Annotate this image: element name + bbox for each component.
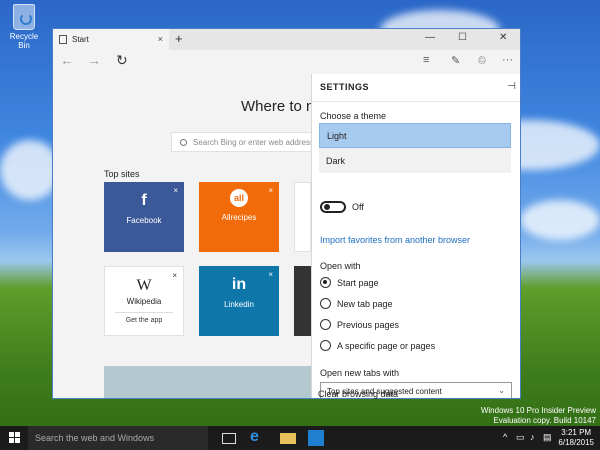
nav-bar: ← → ↻ ≡ ✎ ♲ ···: [53, 50, 520, 72]
tile-allrecipes[interactable]: × all Allrecipes: [199, 182, 279, 252]
top-sites-label: Top sites: [104, 169, 140, 179]
favorites-bar-toggle[interactable]: [320, 201, 346, 213]
clock-date: 6/18/2015: [558, 438, 594, 447]
settings-title: SETTINGS: [320, 82, 370, 92]
tile-close-icon[interactable]: ×: [268, 270, 273, 279]
toggle-knob: [324, 204, 330, 210]
radio-specific-page[interactable]: A specific page or pages: [320, 340, 435, 351]
search-icon: [180, 138, 187, 146]
radio-previous-pages[interactable]: Previous pages: [320, 319, 399, 330]
back-button[interactable]: ←: [60, 52, 74, 68]
tile-label: Allrecipes: [221, 213, 257, 222]
news-banner[interactable]: [104, 366, 314, 398]
watermark-line: Windows 10 Pro Insider Preview: [480, 406, 596, 415]
taskbar: Search the web and Windows e ^ ▭ ♪ ▤ 3:2…: [0, 426, 600, 450]
radio-label: New tab page: [337, 298, 393, 309]
radio-icon: [320, 319, 331, 330]
tab-start[interactable]: Start ×: [53, 29, 169, 50]
tile-partial[interactable]: [294, 266, 311, 336]
tile-close-icon[interactable]: ×: [173, 186, 178, 195]
hub-icon[interactable]: ≡: [423, 54, 429, 66]
chevron-down-icon: ⌄: [498, 386, 505, 395]
facebook-logo-icon: f: [141, 192, 147, 209]
volume-icon[interactable]: ♪: [530, 432, 535, 442]
battery-icon[interactable]: ▭: [516, 432, 525, 443]
tab-title: Start: [72, 35, 89, 44]
allrecipes-logo-icon: all: [230, 189, 248, 207]
tile-label: Linkedin: [224, 300, 254, 309]
clock-time: 3:21 PM: [561, 428, 592, 437]
tile-label: Wikipedia: [126, 297, 162, 306]
tab-bar: Start × + — ☐ ✕: [53, 29, 520, 50]
minimize-button[interactable]: —: [425, 32, 435, 43]
radio-icon: [320, 340, 331, 351]
open-with-label: Open with: [320, 261, 361, 271]
web-note-icon[interactable]: ✎: [451, 54, 460, 67]
tile-facebook[interactable]: × f Facebook: [104, 182, 184, 252]
get-app-link[interactable]: Get the app: [105, 317, 183, 324]
build-watermark: Windows 10 Pro Insider Preview Evaluatio…: [481, 406, 596, 426]
page-icon: [59, 35, 67, 44]
cloud: [0, 140, 60, 200]
radio-label: Previous pages: [337, 319, 400, 330]
maximize-button[interactable]: ☐: [458, 32, 467, 43]
tile-close-icon[interactable]: ×: [268, 186, 273, 195]
import-favorites-link[interactable]: Import favorites from another browser: [320, 235, 470, 245]
toggle-state-label: Off: [352, 202, 364, 212]
new-tab-button[interactable]: +: [175, 31, 183, 46]
radio-checked-icon: [320, 277, 331, 288]
radio-label: Start page: [337, 277, 379, 288]
cloud: [520, 200, 600, 240]
linkedin-logo-icon: in: [231, 276, 247, 293]
refresh-button[interactable]: ↻: [116, 52, 128, 69]
recycle-bin[interactable]: Recycle Bin: [4, 4, 44, 50]
theme-label: Choose a theme: [320, 111, 387, 121]
wikipedia-logo-icon: W: [136, 277, 152, 294]
tile-partial[interactable]: [294, 182, 311, 252]
tile-linkedin[interactable]: × in Linkedin: [199, 266, 279, 336]
task-view-icon[interactable]: [222, 433, 236, 444]
tile-wikipedia[interactable]: × W Wikipedia Get the app: [104, 266, 184, 336]
chevron-up-icon[interactable]: ^: [503, 432, 507, 442]
radio-label: A specific page or pages: [337, 340, 436, 351]
recycle-bin-label: Recycle Bin: [9, 32, 39, 50]
store-icon[interactable]: [308, 430, 324, 446]
tile-close-icon[interactable]: ×: [172, 271, 177, 280]
theme-option-dark[interactable]: Dark: [319, 148, 511, 173]
tile-divider: [115, 312, 173, 313]
forward-button[interactable]: →: [87, 52, 101, 68]
radio-icon: [320, 298, 331, 309]
radio-start-page[interactable]: Start page: [320, 277, 379, 288]
search-placeholder: Search Bing or enter web address: [193, 137, 314, 147]
network-icon[interactable]: ▤: [543, 432, 552, 443]
tab-close-icon[interactable]: ×: [158, 34, 163, 44]
pin-icon[interactable]: ⊣: [507, 81, 516, 92]
recycle-bin-icon: [13, 4, 35, 30]
settings-pane: SETTINGS ⊣ Choose a theme Light Dark Off…: [311, 74, 520, 398]
more-button[interactable]: ···: [502, 54, 513, 66]
edge-window: Start × + — ☐ ✕ ← → ↻ ≡ ✎ ♲ ··· Where to…: [52, 28, 521, 399]
edge-icon[interactable]: e: [250, 428, 266, 445]
new-tabs-label: Open new tabs with: [320, 368, 400, 378]
windows-start-icon[interactable]: [9, 432, 21, 444]
file-explorer-icon[interactable]: [280, 433, 296, 444]
taskbar-search-input[interactable]: Search the web and Windows: [28, 426, 208, 450]
clock[interactable]: 3:21 PM 6/18/2015: [558, 428, 594, 448]
radio-new-tab-page[interactable]: New tab page: [320, 298, 393, 309]
divider: [312, 101, 520, 102]
clear-browsing-data-label[interactable]: Clear browsing data: [318, 389, 398, 399]
tile-label: Facebook: [126, 216, 162, 225]
watermark-line: Evaluation copy. Build 10147: [493, 416, 596, 425]
share-icon[interactable]: ♲: [477, 54, 487, 67]
close-button[interactable]: ✕: [499, 32, 507, 43]
theme-option-light[interactable]: Light: [319, 123, 511, 148]
